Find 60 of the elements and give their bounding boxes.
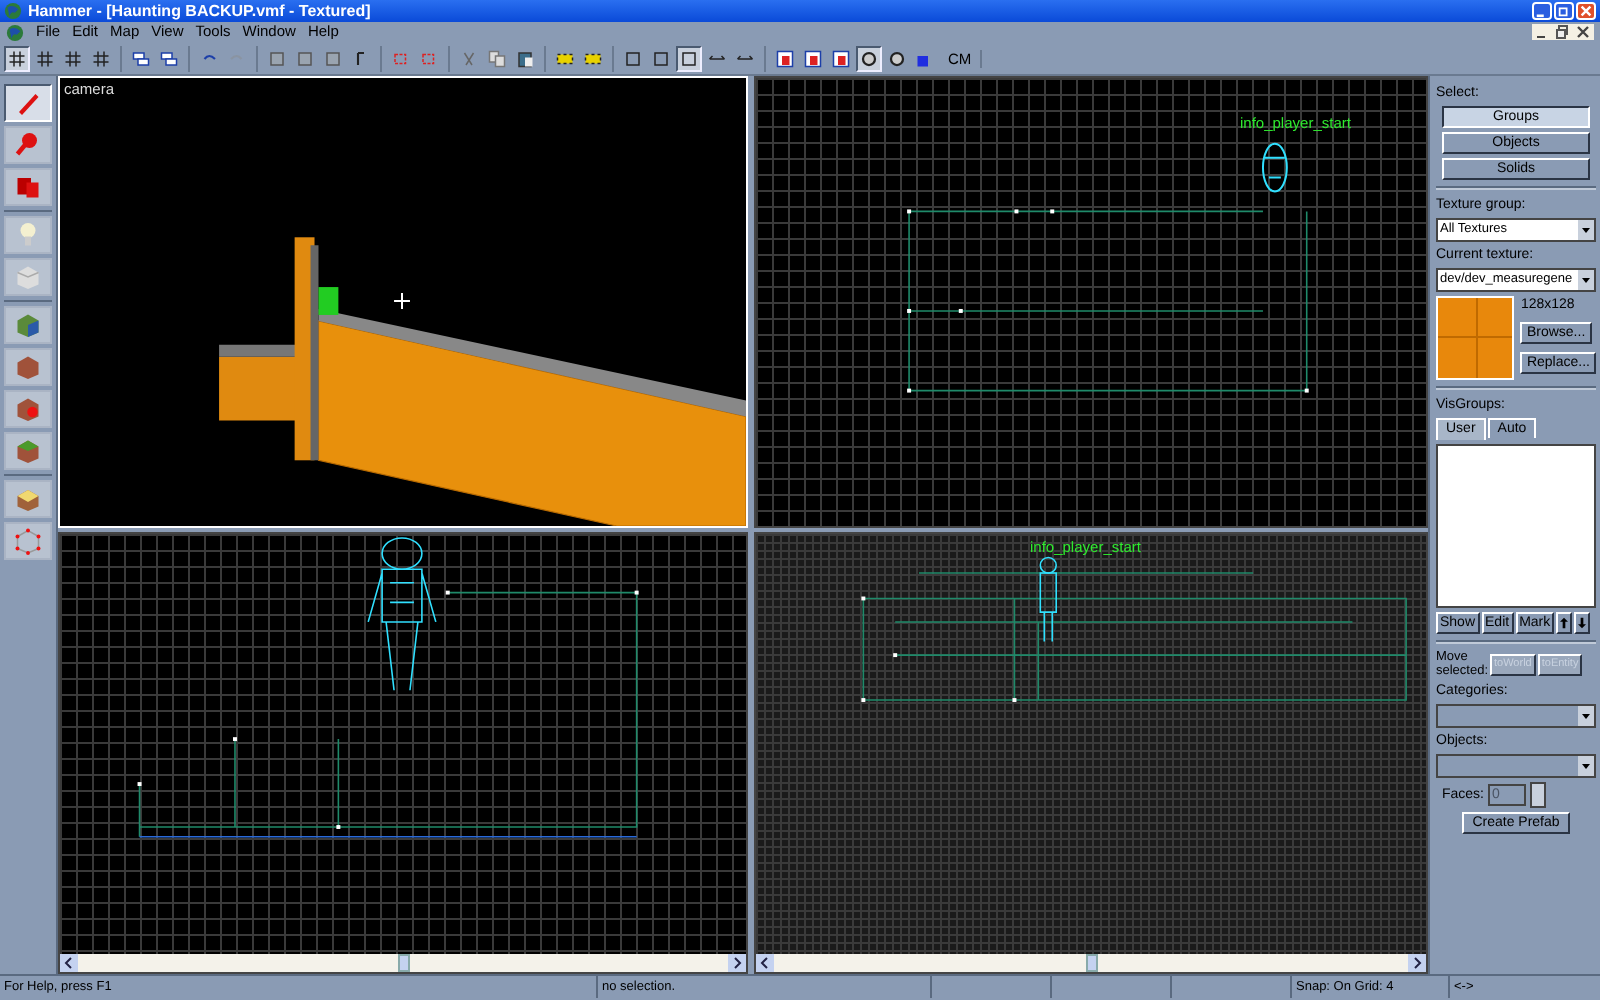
scissors-icon xyxy=(460,49,478,67)
tool-button[interactable] xyxy=(4,480,52,518)
right-arrow-icon xyxy=(1408,954,1426,972)
move-down-button[interactable] xyxy=(1574,612,1591,634)
globe-icon xyxy=(4,2,22,20)
toolbar-button[interactable] xyxy=(856,45,882,71)
close-icon xyxy=(1574,24,1592,40)
tool-button[interactable] xyxy=(4,306,52,344)
horizontal-scrollbar[interactable] xyxy=(756,954,1426,972)
texture-preview xyxy=(1436,296,1515,380)
tool-button[interactable] xyxy=(4,432,52,470)
tool-button[interactable] xyxy=(4,84,52,122)
paste-icon xyxy=(516,49,534,67)
scrollbar-thumb[interactable] xyxy=(397,954,409,972)
front-viewport[interactable] xyxy=(58,532,748,974)
brick-cube-icon xyxy=(12,394,44,424)
tool-button[interactable] xyxy=(4,168,52,206)
tool-button[interactable] xyxy=(4,348,52,386)
globe-icon xyxy=(6,23,24,41)
textured-cube-icon xyxy=(12,310,44,340)
horizontal-scrollbar[interactable] xyxy=(60,954,746,972)
toolbar-button[interactable] xyxy=(676,45,702,71)
grid-icon xyxy=(36,49,54,67)
tool-button[interactable] xyxy=(4,390,52,428)
right-arrow-icon xyxy=(728,954,746,972)
move-up-button[interactable] xyxy=(1556,612,1573,634)
brick-cube-icon xyxy=(12,352,44,382)
hatched-bar-icon xyxy=(556,49,574,67)
hatched-bar-icon xyxy=(584,49,602,67)
copy-icon xyxy=(488,49,506,67)
blocks-icon xyxy=(12,172,44,202)
up-arrow-icon xyxy=(1560,616,1569,630)
player-model-drawing xyxy=(1261,142,1288,193)
crosshair-icon xyxy=(393,292,411,310)
tool-button[interactable] xyxy=(4,126,52,164)
visgroup-list[interactable] xyxy=(1436,444,1596,608)
restore-button[interactable] xyxy=(1554,24,1572,40)
brick-cube-icon xyxy=(12,436,44,466)
grid-icon xyxy=(64,49,82,67)
objects-dropdown[interactable] xyxy=(1436,754,1596,778)
scrollbar-thumb[interactable] xyxy=(1085,954,1097,972)
left-arrow-icon xyxy=(60,954,78,972)
left-arrow-icon xyxy=(756,954,774,972)
toolbar-button[interactable] xyxy=(800,45,826,71)
minimize-button[interactable] xyxy=(1532,2,1552,20)
grid-icon xyxy=(8,49,26,67)
maximize-button[interactable] xyxy=(1554,2,1574,20)
toolbar-button[interactable] xyxy=(772,45,798,71)
toolbar-button[interactable] xyxy=(4,45,30,71)
tile-cube-icon xyxy=(12,484,44,514)
grid-icon xyxy=(92,49,110,67)
close-button[interactable] xyxy=(1574,24,1592,40)
categories-dropdown[interactable] xyxy=(1436,704,1596,728)
down-arrow-icon xyxy=(1578,616,1587,630)
close-icon xyxy=(1578,4,1594,18)
spinner-buttons[interactable] xyxy=(1530,782,1547,808)
vertex-cube-icon xyxy=(12,526,44,556)
window-title: Hammer - [Haunting BACKUP.vmf - Textured] xyxy=(28,1,371,21)
player-model-drawing xyxy=(1039,556,1057,643)
toolbar-button[interactable] xyxy=(828,45,854,71)
